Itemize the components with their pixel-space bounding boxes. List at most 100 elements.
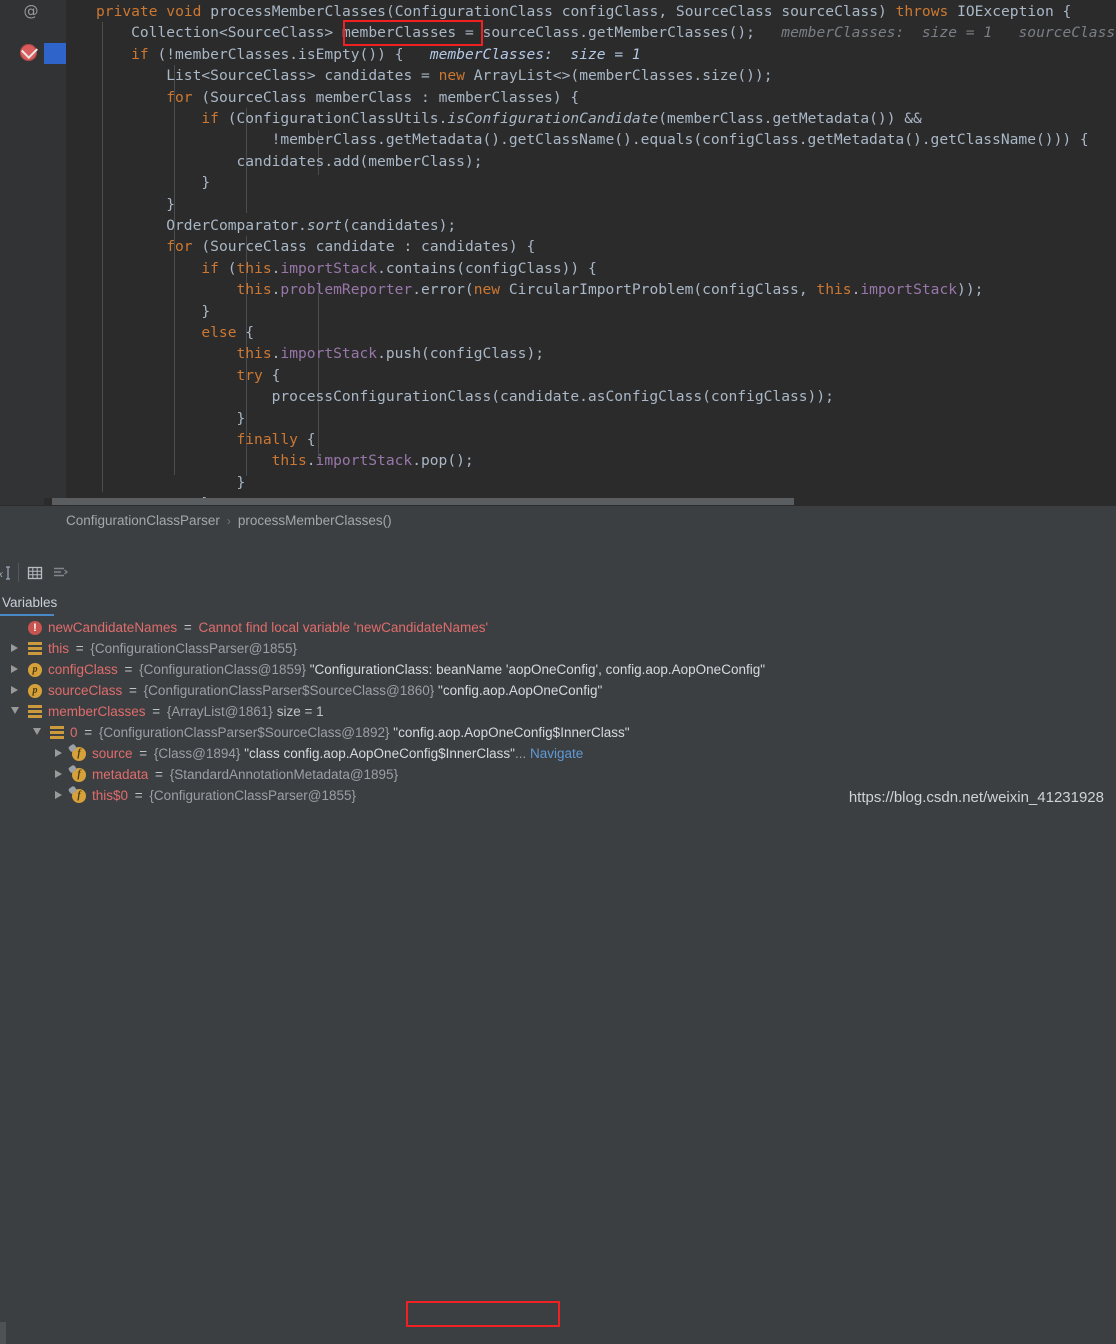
parameter-icon: p (28, 684, 42, 698)
code-line: } (236, 473, 246, 491)
panel-edge-handle[interactable] (0, 1322, 6, 1344)
variable-value: "class config.aop.AopOneConfig$InnerClas… (240, 746, 515, 761)
debugger-toolbar[interactable]: x (0, 557, 1116, 590)
expand-arrow-icon[interactable] (55, 791, 62, 799)
variable-name: sourceClass (48, 683, 123, 698)
code-line: try { (236, 366, 281, 384)
editor-hscrollbar-thumb[interactable] (52, 498, 794, 505)
variable-text: memberClasses = {ArrayList@1861} size = … (48, 701, 1116, 722)
variable-name: 0 (70, 725, 78, 740)
breadcrumb-separator-icon: › (226, 514, 231, 528)
code-line: !memberClass.getMetadata().getClassName(… (271, 131, 1089, 149)
code-line: } (201, 174, 211, 192)
breadcrumb-method[interactable]: processMemberClasses() (238, 513, 392, 528)
field-icon: f (67, 743, 86, 761)
code-line: if (this.importStack.contains(configClas… (201, 259, 597, 277)
variable-type: {StandardAnnotationMetadata@1895} (169, 767, 399, 782)
code-line: OrderComparator.sort(candidates); (166, 217, 457, 234)
code-line: if (!memberClasses.isEmpty()) { memberCl… (131, 45, 641, 63)
idea-debugger-window: @ private void processMemberClasses(Conf… (0, 0, 1116, 1344)
variables-tree[interactable]: ! newCandidateNames = Cannot find local v… (0, 617, 1116, 816)
tab-variables[interactable]: Variables (0, 589, 65, 617)
variable-equals: = (180, 620, 196, 635)
variable-navigate-link[interactable]: Navigate (530, 746, 583, 761)
expand-arrow-icon[interactable] (55, 749, 62, 757)
variable-value: "config.aop.AopOneConfig" (434, 683, 603, 698)
panel-divider (0, 535, 1116, 558)
code-line: finally { (236, 431, 316, 448)
variable-ellipsis: ... (514, 746, 530, 761)
expand-arrow-icon[interactable] (11, 644, 18, 652)
breadcrumb-class[interactable]: ConfigurationClassParser (66, 513, 220, 528)
variable-size: size = 1 (272, 704, 324, 719)
code-line: } (236, 409, 246, 427)
code-line: processConfigurationClass(candidate.asCo… (271, 388, 834, 406)
group-by-icon[interactable] (51, 564, 69, 582)
variable-equals: = (131, 788, 147, 803)
variable-type: {ConfigurationClassParser@1855} (90, 641, 297, 656)
table-view-icon[interactable] (26, 564, 44, 582)
collapse-arrow-icon[interactable] (11, 707, 19, 714)
debugger-panel: x Variables !newCandidat (0, 557, 1116, 1344)
breadcrumb-bar: ConfigurationClassParser › processMemberCl… (0, 505, 1116, 536)
variable-name: source (92, 746, 133, 761)
variable-value: "ConfigurationClass: beanName 'aopOneCon… (305, 662, 766, 677)
svg-text:x: x (0, 568, 3, 580)
variable-equals: = (151, 767, 167, 782)
current-line-gutter-highlight (44, 43, 66, 65)
field-icon: f (67, 785, 86, 803)
code-line: this.importStack.pop(); (271, 452, 474, 470)
code-line: else { (201, 324, 255, 341)
variable-text: sourceClass = {ConfigurationClassParser$… (48, 680, 1116, 701)
code-line: this.importStack.push(configClass); (236, 345, 545, 363)
code-line: } (201, 302, 211, 320)
code-line: this.problemReporter.error(new CircularI… (236, 281, 984, 299)
variable-name: newCandidateNames (48, 620, 178, 635)
annotation-marker-icon: @ (23, 2, 39, 20)
variable-error-message: Cannot find local variable 'newCandidate… (198, 620, 489, 635)
evaluate-expression-icon[interactable]: x (0, 564, 14, 582)
variable-text: metadata = {StandardAnnotationMetadata@1… (92, 764, 1116, 785)
object-icon (28, 642, 42, 656)
variable-equals: = (72, 641, 88, 656)
breadcrumb[interactable]: ConfigurationClassParser › processMemberCl… (66, 506, 392, 536)
variable-value: "config.aop.AopOneConfig$InnerClass" (389, 725, 630, 740)
variable-name: this (48, 641, 70, 656)
code-editor[interactable]: @ private void processMemberClasses(Conf… (0, 0, 1116, 505)
code-line: for (SourceClass candidate : candidates)… (166, 238, 536, 256)
variable-name: metadata (92, 767, 149, 782)
code-line: Collection<SourceClass> memberClasses = … (131, 24, 1116, 42)
variable-type: {ConfigurationClassParser@1855} (149, 788, 356, 803)
field-icon: f (67, 764, 86, 782)
collapse-arrow-icon[interactable] (33, 728, 41, 735)
code-line: candidates.add(memberClass); (236, 152, 483, 170)
debugger-tabstrip[interactable]: Variables (0, 589, 1116, 618)
expand-arrow-icon[interactable] (11, 686, 18, 694)
variable-name: memberClasses (48, 704, 146, 719)
tab-active-underline (0, 614, 54, 616)
object-icon (50, 726, 64, 740)
variable-equals: = (80, 725, 96, 740)
variable-text: configClass = {ConfigurationClass@1859} … (48, 659, 1116, 680)
expand-arrow-icon[interactable] (11, 665, 18, 673)
code-text-area[interactable]: private void processMemberClasses(Config… (66, 0, 1116, 505)
variable-text: source = {Class@1894} "class config.aop.… (92, 743, 1116, 764)
error-icon: ! (28, 621, 42, 635)
variable-equals: = (135, 746, 151, 761)
code-line: if (ConfigurationClassUtils.isConfigurat… (201, 110, 922, 127)
expand-arrow-icon[interactable] (55, 770, 62, 778)
variable-text: this = {ConfigurationClassParser@1855} (48, 638, 1116, 659)
breakpoint-icon[interactable] (20, 42, 38, 61)
parameter-icon: p (28, 663, 42, 677)
variable-equals: = (148, 704, 164, 719)
code-line: for (SourceClass memberClass : memberCla… (166, 88, 580, 106)
code-line: List<SourceClass> candidates = new Array… (166, 67, 773, 85)
variable-type: {ConfigurationClassParser$SourceClass@18… (143, 683, 435, 698)
object-icon (28, 705, 42, 719)
editor-gutter[interactable]: @ (0, 0, 44, 505)
variable-type: {ArrayList@1861} (166, 704, 273, 719)
code-line: private void processMemberClasses(Config… (96, 3, 1072, 20)
variable-type: {Class@1894} (153, 746, 241, 761)
code-folding-column[interactable] (44, 0, 107, 505)
variable-type: {ConfigurationClassParser$SourceClass@18… (98, 725, 390, 740)
